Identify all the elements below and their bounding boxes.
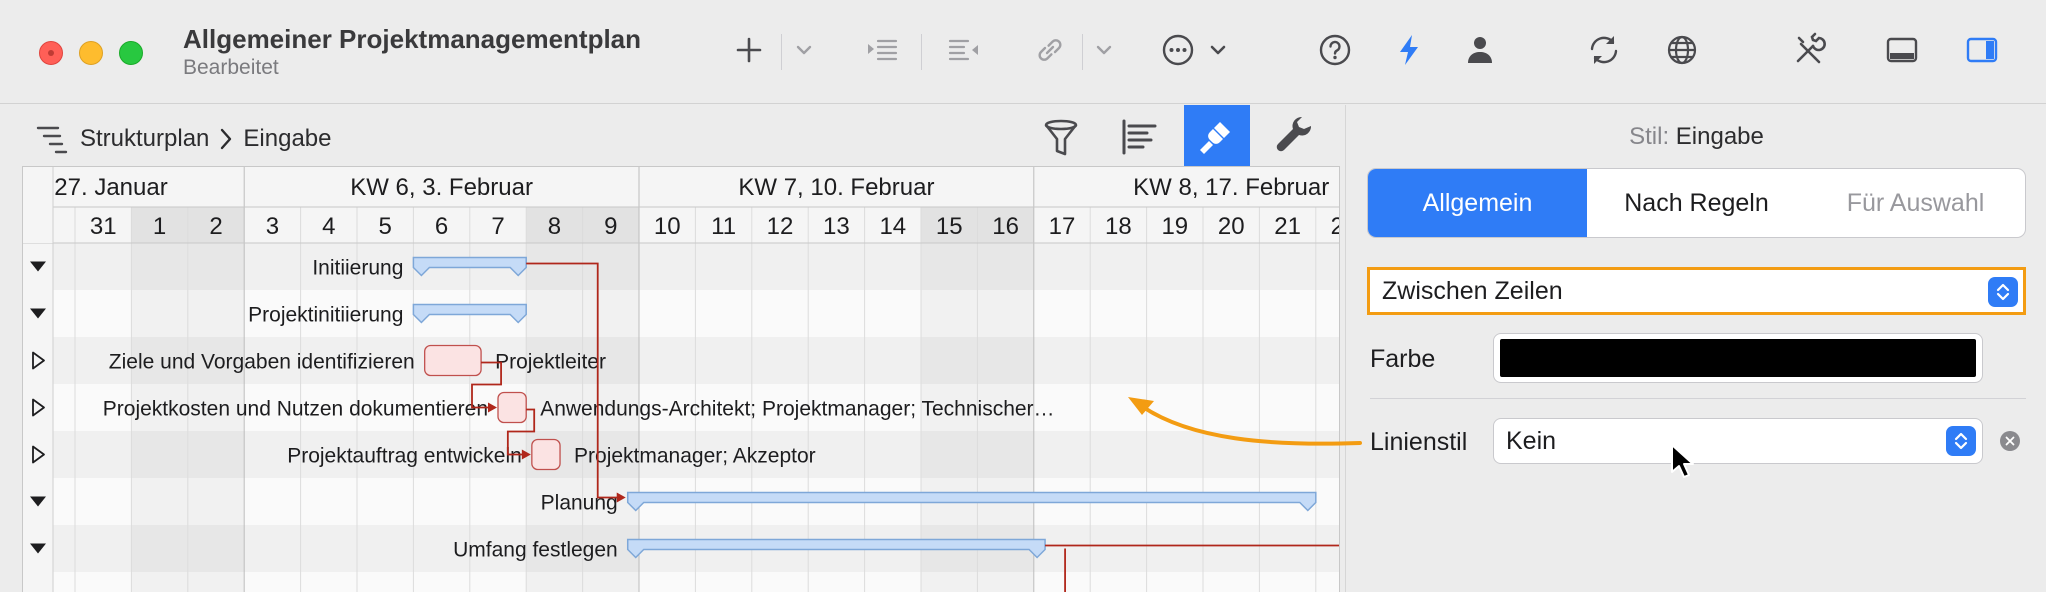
line-scope-popup[interactable]: Zwischen Zeilen — [1367, 267, 2026, 315]
tools-icon[interactable] — [1787, 28, 1831, 72]
bottom-panel-icon[interactable] — [1880, 28, 1924, 72]
minimize-window-button[interactable] — [79, 41, 103, 65]
gantt-chart[interactable]: KW 5, 27. JanuarKW 6, 3. FebruarKW 7, 10… — [22, 166, 1340, 592]
gantt-canvas: KW 5, 27. JanuarKW 6, 3. FebruarKW 7, 10… — [23, 167, 1340, 592]
document-title: Allgemeiner Projektmanagementplan — [183, 24, 642, 54]
day-label: 2 — [209, 213, 222, 240]
day-label: 16 — [992, 213, 1019, 240]
task-bar — [424, 344, 482, 377]
style-prefix: Stil: — [1629, 123, 1670, 150]
task-name: Umfang festlegen — [453, 539, 618, 562]
gutter-cover — [23, 167, 53, 243]
day-label: 12 — [767, 213, 794, 240]
task-name: Planung — [541, 492, 618, 515]
outline-pane: Strukturplan Eingabe KW 5, 27. JanuarKW … — [0, 105, 1345, 592]
day-label: 14 — [879, 213, 906, 240]
style-name: Eingabe — [1675, 123, 1764, 150]
close-window-button[interactable] — [39, 41, 63, 65]
breadcrumb: Strukturplan Eingabe — [36, 119, 331, 159]
link-icon[interactable] — [1028, 28, 1072, 72]
color-swatch — [1500, 339, 1976, 377]
lightning-icon[interactable] — [1387, 28, 1431, 72]
indent-icon[interactable] — [860, 28, 904, 72]
day-label: 10 — [654, 213, 681, 240]
day-label: 31 — [90, 213, 117, 240]
sidebar-icon[interactable] — [1960, 28, 2004, 72]
globe-icon[interactable] — [1660, 28, 1704, 72]
task-name: Initiierung — [312, 257, 403, 280]
breadcrumb-current[interactable]: Eingabe — [243, 125, 331, 153]
day-label: 6 — [435, 213, 448, 240]
line-style-popup[interactable]: Kein — [1493, 418, 1983, 464]
chevron-down-icon[interactable] — [1082, 28, 1126, 72]
day-label: 1 — [153, 213, 166, 240]
close-icon — [2005, 436, 2015, 446]
task-name: Projektauftrag entwickeln — [287, 445, 522, 468]
chevron-down-icon[interactable] — [1196, 28, 1240, 72]
task-resources: Projektleiter — [495, 351, 606, 374]
color-label: Farbe — [1370, 345, 1436, 373]
task-name: Projektkosten und Nutzen dokumentieren — [103, 398, 488, 421]
title-bar: Allgemeiner Projektmanagementplan Bearbe… — [0, 0, 2046, 104]
task-resources: Anwendungs-Architekt; Projektmanager; Te… — [540, 398, 1054, 421]
week-label: KW 7, 10. Februar — [738, 174, 934, 201]
popup-stepper-icon — [1946, 426, 1976, 456]
outdent-icon[interactable] — [942, 28, 986, 72]
task-name: Ziele und Vorgaben identifizieren — [109, 351, 415, 374]
task-resources: Projektmanager; Akzeptor — [574, 445, 816, 468]
line-style-label: Linienstil — [1370, 428, 1468, 456]
day-label: 17 — [1049, 213, 1076, 240]
help-icon[interactable] — [1313, 28, 1357, 72]
task-bar — [531, 438, 561, 471]
day-label: 22 — [1331, 213, 1340, 240]
divider — [1370, 398, 2026, 399]
outline-icon — [36, 126, 68, 154]
segment-nach-regeln[interactable]: Nach Regeln — [1587, 169, 1806, 237]
day-label: 19 — [1161, 213, 1188, 240]
clear-line-style-button[interactable] — [2000, 431, 2020, 451]
line-scope-value: Zwischen Zeilen — [1382, 276, 1563, 305]
style-icon[interactable] — [1184, 105, 1250, 169]
task-name: Projektinitiierung — [248, 304, 403, 327]
style-label: Stil: Eingabe — [1346, 123, 2046, 151]
filter-icon[interactable] — [1028, 105, 1094, 169]
day-label: 15 — [936, 213, 963, 240]
wrench-icon[interactable] — [1261, 105, 1327, 169]
task-bar — [497, 391, 527, 424]
day-label: 5 — [379, 213, 392, 240]
style-inspector: Stil: Eingabe Allgemein Nach Regeln Für … — [1345, 105, 2046, 592]
color-well[interactable] — [1493, 333, 1983, 383]
day-label: 20 — [1218, 213, 1245, 240]
day-label: 18 — [1105, 213, 1132, 240]
line-style-value: Kein — [1506, 426, 1557, 455]
week-label: KW 6, 3. Februar — [350, 174, 533, 201]
plus-icon[interactable] — [727, 28, 771, 72]
day-label: 21 — [1274, 213, 1301, 240]
day-label: 7 — [491, 213, 504, 240]
chevron-right-icon — [221, 128, 232, 150]
day-label: 11 — [711, 213, 736, 240]
segment-allgemein[interactable]: Allgemein — [1368, 169, 1587, 237]
chevron-down-icon[interactable] — [782, 28, 826, 72]
breadcrumb-root[interactable]: Strukturplan — [80, 125, 209, 153]
more-icon[interactable] — [1156, 28, 1200, 72]
sync-icon[interactable] — [1582, 28, 1626, 72]
zoom-window-button[interactable] — [119, 41, 143, 65]
scope-segmented-control[interactable]: Allgemein Nach Regeln Für Auswahl — [1367, 168, 2026, 238]
day-label: 4 — [322, 213, 335, 240]
day-label: 9 — [604, 213, 617, 240]
document-status: Bearbeitet — [183, 56, 279, 79]
toolbar-separator — [921, 34, 922, 70]
week-label: KW 8, 17. Februar — [1133, 174, 1329, 201]
day-label: 3 — [266, 213, 279, 240]
day-label: 13 — [823, 213, 850, 240]
person-icon[interactable] — [1458, 28, 1502, 72]
timeline-icon[interactable] — [1107, 105, 1173, 169]
popup-stepper-icon — [1988, 277, 2018, 307]
segment-fuer-auswahl[interactable]: Für Auswahl — [1806, 169, 2025, 237]
day-label: 8 — [548, 213, 561, 240]
